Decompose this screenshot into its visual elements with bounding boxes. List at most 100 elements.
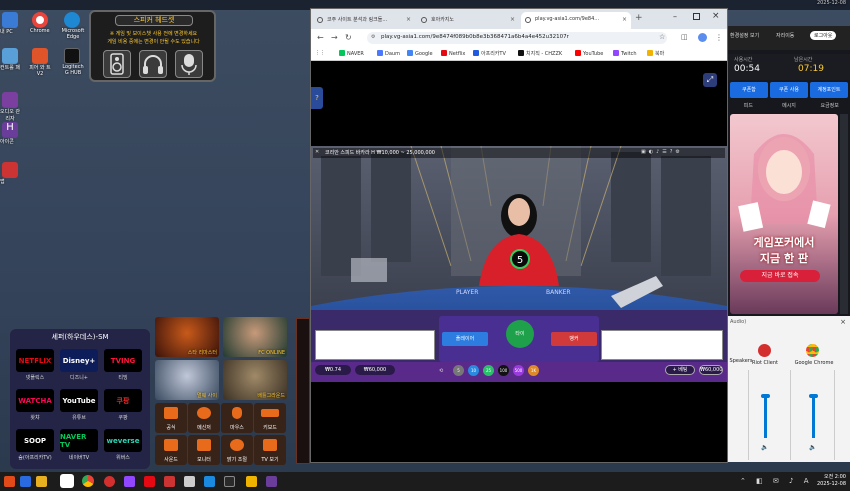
stream-controls-icon[interactable]: ▣◐♪☰?⚙ bbox=[641, 149, 683, 155]
bookmark-netflix[interactable]: Netflix bbox=[441, 50, 465, 57]
reload-icon[interactable]: ↻ bbox=[345, 33, 352, 42]
menu-icon[interactable]: ⋮ bbox=[715, 33, 723, 42]
close-icon[interactable]: × bbox=[510, 16, 515, 23]
youtube-tile[interactable]: YouTube bbox=[60, 389, 98, 412]
forward-icon[interactable]: → bbox=[331, 33, 338, 42]
bookmark-naver[interactable]: NAVER bbox=[339, 50, 364, 57]
riot-volume-slider[interactable] bbox=[761, 394, 770, 438]
start-icon[interactable] bbox=[4, 476, 15, 487]
fullscreen-icon[interactable]: ⤢ bbox=[703, 73, 717, 87]
place-bet-button[interactable]: + 베팅 bbox=[665, 365, 695, 375]
move-seat-button[interactable]: 자리이동 bbox=[776, 32, 794, 39]
settings-button[interactable]: 환경설정 보기 bbox=[730, 32, 759, 39]
disney-tile[interactable]: Disney+ bbox=[60, 349, 98, 372]
bookmark-youtube[interactable]: YouTube bbox=[575, 50, 603, 57]
close-icon[interactable]: × bbox=[406, 16, 411, 23]
taskbar-app-icon[interactable] bbox=[164, 476, 175, 487]
chip-1k[interactable]: 1K bbox=[528, 365, 539, 376]
star-icon[interactable]: ☆ bbox=[659, 33, 665, 41]
logout-button[interactable]: 로그아웃 bbox=[810, 31, 837, 40]
url-field[interactable]: ⚙ play.vg-asia1.com/9e8474f089b0b8e3b3684… bbox=[367, 32, 667, 44]
profile-avatar[interactable] bbox=[698, 33, 707, 42]
tab-1[interactable]: 코주 사이트 분석과 링크들... × bbox=[313, 12, 415, 29]
game-ad-banner[interactable]: 게임포커에서 지금 한 판 지금 바로 접속 bbox=[730, 114, 838, 314]
tool-sound[interactable]: 사운드 bbox=[155, 435, 187, 465]
banker-bet-spot[interactable]: 뱅커 bbox=[551, 332, 597, 346]
riot-speaker-icon[interactable]: 🔈 bbox=[761, 444, 768, 451]
extensions-icon[interactable]: ◫ bbox=[681, 33, 688, 41]
chip-100[interactable]: 100 bbox=[498, 365, 509, 376]
tving-tile[interactable]: TVING bbox=[104, 349, 142, 372]
system-tray-icons[interactable]: ⌃ ◧ ✉ ♪ A bbox=[740, 477, 813, 485]
points-button[interactable]: 계정포인트 bbox=[810, 82, 848, 98]
chip-5[interactable]: 5 bbox=[453, 365, 464, 376]
tool-messenger[interactable]: 메신저 bbox=[188, 403, 220, 433]
game3-card[interactable]: 멀웨 사이 bbox=[155, 360, 219, 400]
apps-grid-icon[interactable]: ⋮⋮ bbox=[315, 50, 325, 56]
menu-feed[interactable]: 피드 bbox=[728, 100, 769, 112]
tab-2[interactable]: 호아카지노 × bbox=[417, 12, 519, 29]
new-tab-icon[interactable]: + bbox=[635, 13, 643, 23]
audio-manager-icon[interactable] bbox=[2, 92, 18, 108]
chrome-volume-slider[interactable] bbox=[809, 394, 818, 438]
weverse-tile[interactable]: weverse bbox=[104, 429, 142, 452]
taskbar-app-icon[interactable] bbox=[104, 476, 115, 487]
taskbar-app-icon[interactable] bbox=[266, 476, 277, 487]
bookmark-misc[interactable]: 북마 bbox=[647, 50, 664, 57]
watcha-tile[interactable]: WATCHA bbox=[16, 389, 54, 412]
mixer-close-icon[interactable]: × bbox=[840, 318, 846, 326]
control-panel-icon[interactable] bbox=[2, 48, 18, 64]
bookmark-afreeca[interactable]: 아프리카TV bbox=[473, 50, 506, 57]
microphone-button[interactable] bbox=[175, 50, 203, 78]
tool-keyboard[interactable]: 키보드 bbox=[254, 403, 286, 433]
taskbar-app-icon[interactable] bbox=[204, 476, 215, 487]
tool-official[interactable]: 공식 bbox=[155, 403, 187, 433]
edge-icon[interactable] bbox=[64, 12, 80, 28]
taskbar-app-icon[interactable] bbox=[184, 476, 195, 487]
taskbar-active-app-icon[interactable] bbox=[60, 474, 74, 488]
ad-cta-button[interactable]: 지금 바로 접속 bbox=[740, 270, 820, 282]
panel-scrollbar[interactable] bbox=[840, 114, 848, 314]
taskbar-app-icon[interactable] bbox=[246, 476, 257, 487]
app-v2-icon[interactable] bbox=[32, 48, 48, 64]
coupang-tile[interactable]: 쿠팡 bbox=[104, 389, 142, 412]
battlegrounds-card[interactable]: 배틀그라운드 bbox=[223, 360, 287, 400]
pc-icon[interactable] bbox=[2, 12, 18, 28]
site-info-icon[interactable]: ⚙ bbox=[371, 34, 375, 40]
taskbar-app-icon[interactable] bbox=[124, 476, 135, 487]
player-bet-spot[interactable]: 플레이어 bbox=[442, 332, 488, 346]
chrome-speaker-icon[interactable]: 🔈 bbox=[809, 444, 816, 451]
tool-mouse[interactable]: 마우스 bbox=[221, 403, 253, 433]
chip-10[interactable]: 10 bbox=[468, 365, 479, 376]
tool-monitor[interactable]: 모니터 bbox=[188, 435, 220, 465]
menu-pricing[interactable]: 요금정보 bbox=[809, 100, 850, 112]
tool-tv[interactable]: TV 보기 bbox=[254, 435, 286, 465]
coupon-box-button[interactable]: 쿠폰함 bbox=[730, 82, 768, 98]
window-close-icon[interactable]: × bbox=[712, 11, 720, 21]
close-icon[interactable]: × bbox=[622, 16, 627, 23]
bookmark-google[interactable]: Google bbox=[407, 50, 433, 57]
headset-button[interactable] bbox=[139, 50, 167, 78]
soop-tile[interactable]: SOOP bbox=[16, 429, 54, 452]
coupon-use-button[interactable]: 쿠폰 사용 bbox=[770, 82, 808, 98]
chip-25[interactable]: 25 bbox=[483, 365, 494, 376]
taskbar-app-icon[interactable] bbox=[20, 476, 31, 487]
taskbar-app-icon[interactable] bbox=[36, 476, 47, 487]
tab-3-active[interactable]: play.vg-asia1.com/9e84... × bbox=[521, 12, 631, 29]
chip-500[interactable]: 500 bbox=[513, 365, 524, 376]
taskbar-chrome-icon[interactable] bbox=[82, 475, 94, 487]
taskbar-app-icon[interactable] bbox=[144, 476, 155, 487]
tie-bet-spot[interactable]: 타이 bbox=[506, 320, 534, 348]
tool-brightness[interactable]: 밝기 조절 bbox=[221, 435, 253, 465]
taskbar-app-icon[interactable] bbox=[224, 476, 235, 487]
bookmark-chzzk[interactable]: 치지직 - CHZZK bbox=[518, 50, 562, 57]
side-tab-button[interactable]: ? bbox=[311, 87, 323, 109]
navertv-tile[interactable]: NAVER TV bbox=[60, 429, 98, 452]
maximize-icon[interactable] bbox=[693, 13, 700, 20]
menu-messages[interactable]: 메시지 bbox=[769, 100, 810, 112]
speaker-button[interactable] bbox=[103, 50, 131, 78]
close-table-icon[interactable]: ✕ bbox=[315, 149, 319, 155]
netflix-tile[interactable]: NETFLIX bbox=[16, 349, 54, 372]
logitech-icon[interactable] bbox=[64, 48, 80, 64]
misc-app-icon[interactable] bbox=[2, 162, 18, 178]
